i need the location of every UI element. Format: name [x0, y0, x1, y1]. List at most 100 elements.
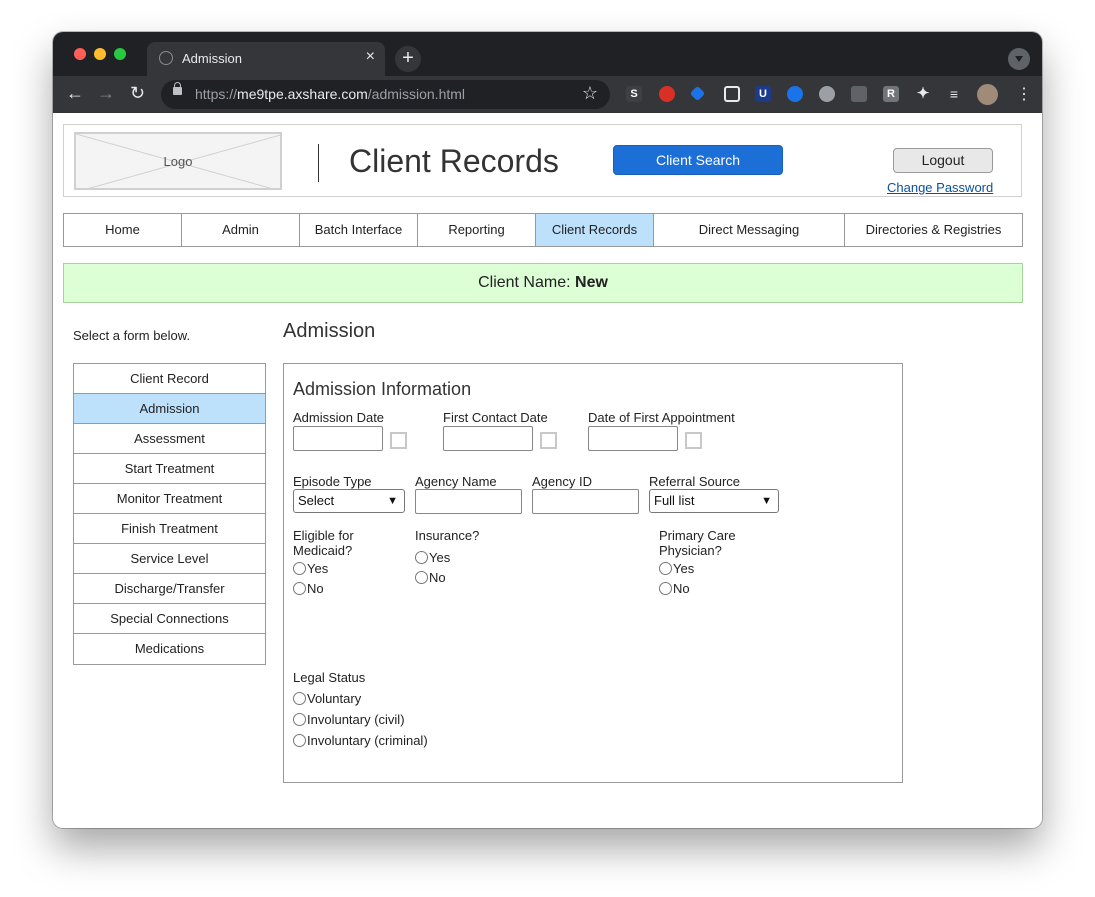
nav-item-admin[interactable]: Admin: [182, 214, 300, 246]
admission-form-panel: Admission Information Admission Date Fir…: [283, 363, 903, 783]
sidebar-item-discharge-transfer[interactable]: Discharge/Transfer: [74, 574, 265, 604]
logo-placeholder: Logo: [74, 132, 282, 190]
radio-icon: [293, 713, 306, 726]
legal-involuntary-criminal-radio[interactable]: Involuntary (criminal): [293, 733, 428, 748]
tab-search-icon[interactable]: [1008, 48, 1030, 70]
first-appointment-calendar-checkbox[interactable]: [685, 432, 702, 449]
url-text: https://me9tpe.axshare.com/admission.htm…: [195, 86, 466, 102]
agency-id-label: Agency ID: [532, 474, 592, 489]
sidebar-item-admission[interactable]: Admission: [74, 394, 265, 424]
tab-close-icon[interactable]: ×: [366, 48, 375, 66]
browser-menu-icon[interactable]: ⋮: [1016, 84, 1032, 104]
sidebar-item-service-level[interactable]: Service Level: [74, 544, 265, 574]
page-content: Logo Client Records Client Search Logout…: [53, 113, 1042, 828]
first-appointment-label: Date of First Appointment: [588, 410, 735, 425]
legal-involuntary-civil-radio[interactable]: Involuntary (civil): [293, 712, 405, 727]
zoom-window-button[interactable]: [114, 48, 126, 60]
extension-image-icon[interactable]: [851, 86, 867, 102]
client-search-button[interactable]: Client Search: [613, 145, 783, 175]
extension-hand-icon[interactable]: [659, 86, 675, 102]
medicaid-no-radio[interactable]: No: [293, 581, 324, 596]
extension-blue-circle-icon[interactable]: [787, 86, 803, 102]
referral-source-value: Full list: [654, 493, 695, 508]
referral-source-label: Referral Source: [649, 474, 741, 489]
first-appointment-input[interactable]: [588, 426, 678, 451]
profile-avatar[interactable]: [977, 84, 998, 105]
first-contact-date-label: First Contact Date: [443, 410, 548, 425]
sidebar-item-special-connections[interactable]: Special Connections: [74, 604, 265, 634]
close-window-button[interactable]: [74, 48, 86, 60]
sidebar-item-finish-treatment[interactable]: Finish Treatment: [74, 514, 265, 544]
nav-item-batch-interface[interactable]: Batch Interface: [300, 214, 418, 246]
main-nav: Home Admin Batch Interface Reporting Cli…: [63, 213, 1023, 247]
medicaid-yes-radio[interactable]: Yes: [293, 561, 328, 576]
sidebar-item-assessment[interactable]: Assessment: [74, 424, 265, 454]
admission-date-input[interactable]: [293, 426, 383, 451]
nav-item-direct-messaging[interactable]: Direct Messaging: [654, 214, 845, 246]
nav-item-directories-registries[interactable]: Directories & Registries: [845, 214, 1022, 246]
reading-list-icon[interactable]: ≡: [946, 86, 962, 102]
insurance-yes-radio[interactable]: Yes: [415, 550, 450, 565]
extension-r-icon[interactable]: R: [883, 86, 899, 102]
site-header: Logo Client Records Client Search Logout…: [63, 124, 1022, 197]
app-title: Client Records: [349, 143, 559, 179]
logout-button[interactable]: Logout: [893, 148, 993, 173]
radio-icon: [293, 692, 306, 705]
chevron-down-icon: ▼: [761, 495, 772, 507]
nav-item-client-records[interactable]: Client Records: [536, 214, 654, 246]
panel-title: Admission Information: [293, 379, 472, 399]
extension-u-icon[interactable]: U: [755, 86, 771, 102]
extensions-puzzle-icon[interactable]: ✦: [915, 86, 931, 102]
episode-type-value: Select: [298, 493, 335, 508]
sidebar-item-monitor-treatment[interactable]: Monitor Treatment: [74, 484, 265, 514]
client-name-banner: Client Name: New: [63, 263, 1023, 303]
agency-name-label: Agency Name: [415, 474, 497, 489]
pcp-no-radio[interactable]: No: [659, 581, 690, 596]
header-divider: [318, 144, 319, 182]
admission-date-calendar-checkbox[interactable]: [390, 432, 407, 449]
sidebar-item-medications[interactable]: Medications: [74, 634, 265, 664]
change-password-link[interactable]: Change Password: [887, 180, 993, 195]
new-tab-button[interactable]: +: [395, 46, 421, 72]
radio-icon: [293, 734, 306, 747]
page-title: Admission: [283, 320, 376, 342]
radio-icon: [293, 582, 306, 595]
insurance-label: Insurance?: [415, 528, 480, 543]
browser-tab[interactable]: Admission ×: [147, 42, 385, 76]
insurance-no-radio[interactable]: No: [415, 570, 446, 585]
tab-strip: Admission × +: [53, 32, 1042, 76]
episode-type-select[interactable]: Select ▼: [293, 489, 405, 513]
agency-id-input[interactable]: [532, 489, 639, 514]
legal-voluntary-radio[interactable]: Voluntary: [293, 691, 361, 706]
legal-status-label: Legal Status: [293, 670, 366, 685]
pcp-yes-radio[interactable]: Yes: [659, 561, 694, 576]
logo-label: Logo: [163, 154, 193, 169]
radio-icon: [659, 562, 672, 575]
tab-title: Admission: [182, 51, 242, 66]
address-bar[interactable]: https://me9tpe.axshare.com/admission.htm…: [161, 80, 610, 109]
back-icon[interactable]: ←: [66, 83, 84, 104]
lock-icon: [173, 82, 182, 95]
extension-bird-icon[interactable]: [819, 86, 835, 102]
minimize-window-button[interactable]: [94, 48, 106, 60]
nav-item-reporting[interactable]: Reporting: [418, 214, 536, 246]
radio-icon: [659, 582, 672, 595]
bookmark-star-icon[interactable]: ☆: [582, 83, 598, 104]
first-contact-date-input[interactable]: [443, 426, 533, 451]
sidebar-item-client-record[interactable]: Client Record: [74, 364, 265, 394]
first-contact-date-calendar-checkbox[interactable]: [540, 432, 557, 449]
agency-name-input[interactable]: [415, 489, 522, 514]
nav-item-home[interactable]: Home: [64, 214, 182, 246]
sidebar-item-start-treatment[interactable]: Start Treatment: [74, 454, 265, 484]
reload-icon[interactable]: ↻: [130, 83, 145, 104]
radio-icon: [415, 571, 428, 584]
referral-source-select[interactable]: Full list ▼: [649, 489, 779, 513]
extension-gem-icon[interactable]: [689, 85, 706, 102]
extension-capture-icon[interactable]: [724, 86, 740, 102]
forward-icon[interactable]: →: [97, 83, 115, 104]
extension-s-icon[interactable]: S: [626, 86, 642, 102]
episode-type-label: Episode Type: [293, 474, 372, 489]
medicaid-label: Eligible for Medicaid?: [293, 528, 354, 558]
browser-toolbar: ← → ↻ https://me9tpe.axshare.com/admissi…: [53, 76, 1042, 113]
browser-window: Admission × + ← → ↻ https://me9tpe.axsha…: [53, 32, 1042, 828]
